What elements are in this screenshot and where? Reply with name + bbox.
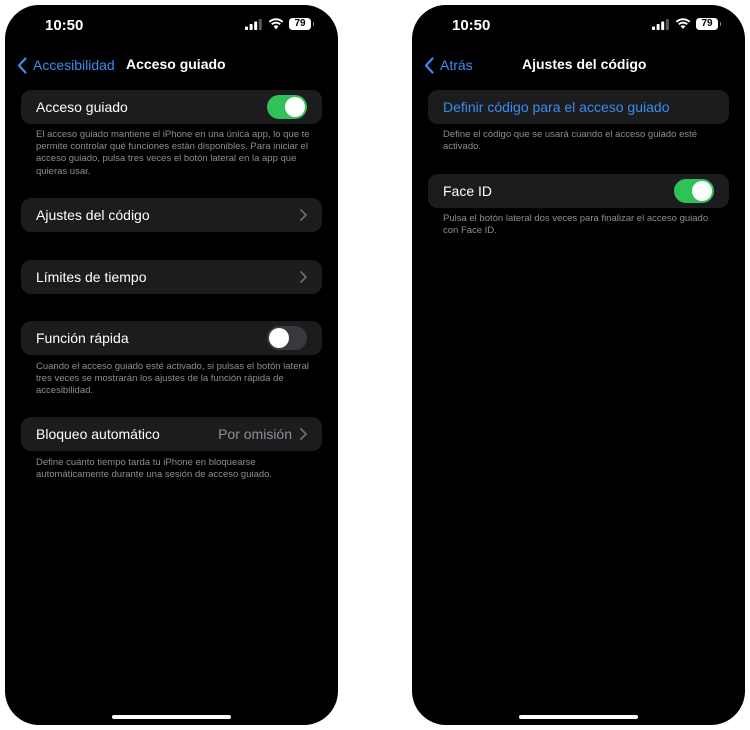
back-button[interactable]: Accesibilidad — [17, 55, 115, 75]
auto-lock-footer: Define cuánto tiempo tarda tu iPhone en … — [36, 457, 273, 481]
status-time: 10:50 — [45, 17, 84, 34]
set-passcode-row[interactable]: Definir código para el acceso guiado — [428, 90, 729, 124]
guided-access-footer: El acceso guiado mantiene el iPhone en u… — [36, 129, 310, 177]
back-button-label: Atrás — [440, 57, 473, 73]
wifi-icon — [675, 18, 691, 29]
accessibility-shortcut-row: Función rápida — [21, 321, 322, 355]
page-title: Ajustes del código — [522, 56, 647, 72]
chevron-right-icon — [300, 271, 307, 283]
phone-screen-guided-access: 10:50 79 Accesibilidad Acceso guiado Acc… — [5, 5, 338, 725]
navigation-bar: Accesibilidad Acceso guiado — [5, 49, 338, 79]
toggle-knob — [692, 181, 712, 201]
passcode-settings-row[interactable]: Ajustes del código — [21, 198, 322, 232]
toggle-knob — [285, 97, 305, 117]
time-limits-label: Límites de tiempo — [36, 269, 147, 285]
toggle-knob — [269, 328, 289, 348]
auto-lock-label: Bloqueo automático — [36, 426, 160, 442]
guided-access-row: Acceso guiado — [21, 90, 322, 124]
back-button-label: Accesibilidad — [33, 57, 115, 73]
time-limits-row[interactable]: Límites de tiempo — [21, 260, 322, 294]
auto-lock-value: Por omisión — [218, 426, 292, 442]
status-time: 10:50 — [452, 17, 491, 34]
passcode-settings-label: Ajustes del código — [36, 207, 150, 223]
page-title: Acceso guiado — [126, 56, 226, 72]
face-id-row: Face ID — [428, 174, 729, 208]
status-bar: 10:50 79 — [412, 5, 745, 49]
guided-access-label: Acceso guiado — [36, 99, 128, 115]
chevron-right-icon — [300, 428, 307, 440]
chevron-right-icon — [300, 209, 307, 221]
accessibility-shortcut-label: Función rápida — [36, 330, 129, 346]
home-indicator[interactable] — [112, 715, 231, 719]
chevron-left-icon — [424, 56, 434, 74]
phone-screen-passcode-settings: 10:50 79 Atrás Ajustes del código Defini… — [412, 5, 745, 725]
guided-access-toggle[interactable] — [267, 95, 307, 119]
chevron-left-icon — [17, 56, 27, 74]
auto-lock-row[interactable]: Bloqueo automático Por omisión — [21, 417, 322, 451]
status-bar: 10:50 79 — [5, 5, 338, 49]
set-passcode-footer: Define el código que se usará cuando el … — [443, 129, 698, 153]
cellular-signal-icon — [245, 19, 262, 30]
home-indicator[interactable] — [519, 715, 638, 719]
battery-icon: 79 — [289, 18, 314, 30]
face-id-label: Face ID — [443, 183, 493, 199]
face-id-footer: Pulsa el botón lateral dos veces para fi… — [443, 213, 709, 237]
set-passcode-link[interactable]: Definir código para el acceso guiado — [443, 99, 669, 115]
cellular-signal-icon — [652, 19, 669, 30]
accessibility-shortcut-toggle[interactable] — [267, 326, 307, 350]
wifi-icon — [268, 18, 284, 30]
accessibility-shortcut-footer: Cuando el acceso guiado esté activado, s… — [36, 361, 310, 397]
back-button[interactable]: Atrás — [424, 55, 473, 75]
battery-icon: 79 — [696, 18, 721, 30]
face-id-toggle[interactable] — [674, 179, 714, 203]
navigation-bar: Atrás Ajustes del código — [412, 49, 745, 79]
